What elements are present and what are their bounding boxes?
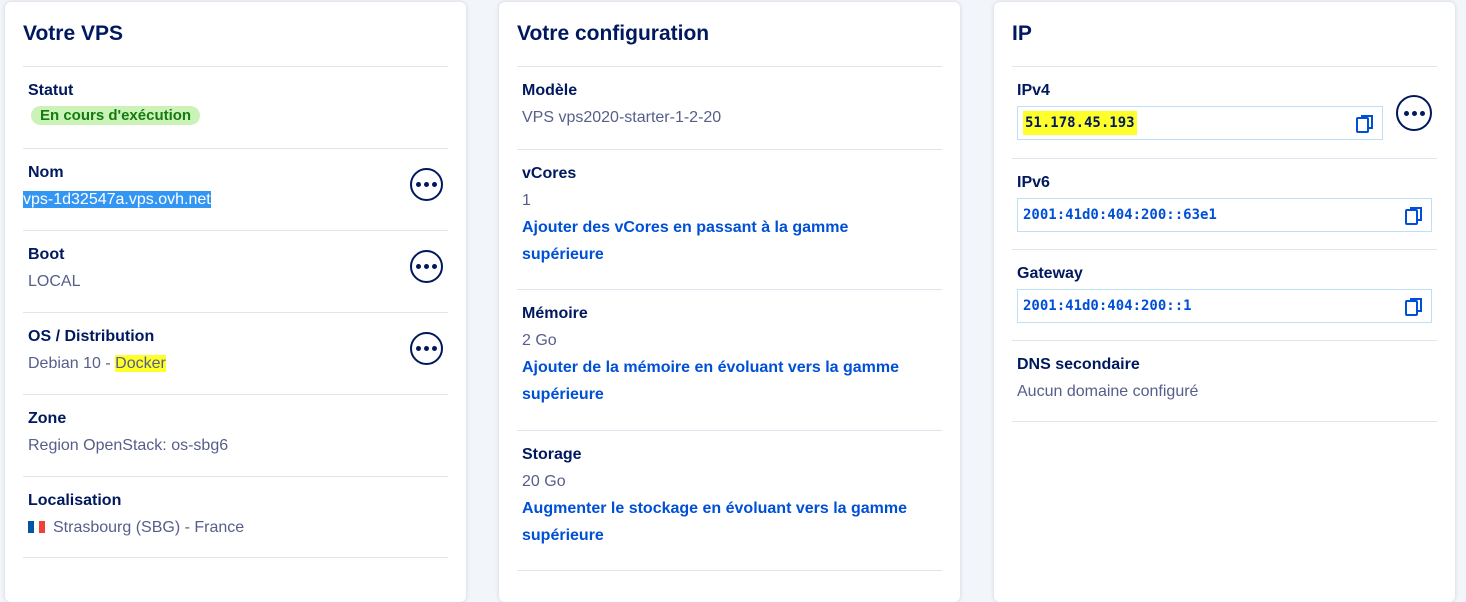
storage-row: Storage 20 Go Augmenter le stockage en é… bbox=[517, 430, 942, 571]
storage-value: 20 Go bbox=[522, 473, 566, 490]
boot-value: LOCAL bbox=[28, 273, 81, 290]
location-row: Localisation Strasbourg (SBG) - France bbox=[23, 476, 448, 558]
dot-icon bbox=[1411, 110, 1417, 116]
vps-card-title: Votre VPS bbox=[23, 22, 123, 45]
dot-icon bbox=[424, 182, 429, 187]
name-actions-button[interactable] bbox=[410, 168, 443, 201]
ipv4-actions-button[interactable] bbox=[1396, 95, 1432, 131]
ipv4-value: 51.178.45.193 bbox=[1023, 111, 1137, 135]
copy-icon[interactable] bbox=[1405, 297, 1423, 317]
status-badge: En cours d'exécution bbox=[31, 106, 201, 125]
zone-row: Zone Region OpenStack: os-sbg6 bbox=[23, 394, 448, 476]
location-label: Localisation bbox=[28, 492, 122, 509]
gateway-row: Gateway 2001:41d0:404:200::1 bbox=[1012, 249, 1437, 340]
memory-upgrade-link[interactable]: Ajouter de la mémoire en évoluant vers l… bbox=[522, 354, 922, 408]
dot-icon bbox=[416, 264, 421, 269]
dns-row: DNS secondaire Aucun domaine configuré bbox=[1012, 340, 1437, 422]
ip-card: IP IPv4 51.178.45.193 IPv6 2001:41d0:404… bbox=[994, 2, 1455, 602]
dot-icon bbox=[416, 182, 421, 187]
dot-icon bbox=[424, 264, 429, 269]
france-flag-icon bbox=[28, 518, 45, 533]
copy-icon[interactable] bbox=[1405, 206, 1423, 226]
ip-card-title: IP bbox=[1012, 22, 1032, 45]
storage-label: Storage bbox=[522, 446, 582, 463]
dot-icon bbox=[416, 346, 421, 351]
location-value: Strasbourg (SBG) - France bbox=[53, 519, 245, 536]
dot-icon bbox=[1419, 110, 1425, 116]
ipv4-field[interactable]: 51.178.45.193 bbox=[1017, 106, 1383, 140]
memory-value: 2 Go bbox=[522, 332, 557, 349]
memory-label: Mémoire bbox=[522, 305, 588, 322]
config-card: Votre configuration Modèle VPS vps2020-s… bbox=[499, 2, 960, 602]
os-actions-button[interactable] bbox=[410, 332, 443, 365]
config-card-title: Votre configuration bbox=[517, 22, 710, 45]
dot-icon bbox=[432, 182, 437, 187]
boot-label: Boot bbox=[28, 246, 65, 263]
vcores-upgrade-link[interactable]: Ajouter des vCores en passant à la gamme… bbox=[522, 214, 872, 268]
status-label: Statut bbox=[28, 82, 74, 99]
os-value: Debian 10 - bbox=[28, 355, 116, 372]
ipv6-row: IPv6 2001:41d0:404:200::63e1 bbox=[1012, 158, 1437, 249]
dot-icon bbox=[432, 264, 437, 269]
ipv4-label: IPv4 bbox=[1017, 82, 1050, 99]
copy-icon[interactable] bbox=[1356, 114, 1374, 134]
vps-card: Votre VPS Statut En cours d'exécution No… bbox=[5, 2, 466, 602]
ipv4-row: IPv4 51.178.45.193 bbox=[1012, 66, 1437, 158]
os-row: OS / Distribution Debian 10 - Docker bbox=[23, 312, 448, 394]
dot-icon bbox=[424, 346, 429, 351]
zone-label: Zone bbox=[28, 410, 67, 427]
boot-row: Boot LOCAL bbox=[23, 230, 448, 312]
status-row: Statut En cours d'exécution bbox=[23, 66, 448, 148]
ipv6-label: IPv6 bbox=[1017, 174, 1050, 191]
os-label: OS / Distribution bbox=[28, 328, 155, 345]
model-value: VPS vps2020-starter-1-2-20 bbox=[522, 109, 722, 126]
model-label: Modèle bbox=[522, 82, 578, 99]
model-row: Modèle VPS vps2020-starter-1-2-20 bbox=[517, 66, 942, 149]
boot-actions-button[interactable] bbox=[410, 250, 443, 283]
name-label: Nom bbox=[28, 164, 64, 181]
dns-label: DNS secondaire bbox=[1017, 356, 1140, 373]
dot-icon bbox=[432, 346, 437, 351]
vcores-value: 1 bbox=[522, 192, 531, 209]
gateway-label: Gateway bbox=[1017, 265, 1083, 282]
name-row: Nom vps-1d32547a.vps.ovh.net bbox=[23, 148, 448, 230]
dot-icon bbox=[1403, 110, 1409, 116]
gateway-value: 2001:41d0:404:200::1 bbox=[1023, 298, 1192, 314]
storage-upgrade-link[interactable]: Augmenter le stockage en évoluant vers l… bbox=[522, 495, 922, 549]
ipv6-value: 2001:41d0:404:200::63e1 bbox=[1023, 207, 1217, 223]
vcores-row: vCores 1 Ajouter des vCores en passant à… bbox=[517, 149, 942, 289]
gateway-field[interactable]: 2001:41d0:404:200::1 bbox=[1017, 289, 1432, 323]
name-value[interactable]: vps-1d32547a.vps.ovh.net bbox=[23, 191, 211, 208]
ipv6-field[interactable]: 2001:41d0:404:200::63e1 bbox=[1017, 198, 1432, 232]
memory-row: Mémoire 2 Go Ajouter de la mémoire en év… bbox=[517, 289, 942, 430]
zone-value: Region OpenStack: os-sbg6 bbox=[28, 437, 229, 454]
dns-value: Aucun domaine configuré bbox=[1017, 383, 1199, 400]
os-highlight: Docker bbox=[115, 355, 166, 372]
vcores-label: vCores bbox=[522, 165, 577, 182]
